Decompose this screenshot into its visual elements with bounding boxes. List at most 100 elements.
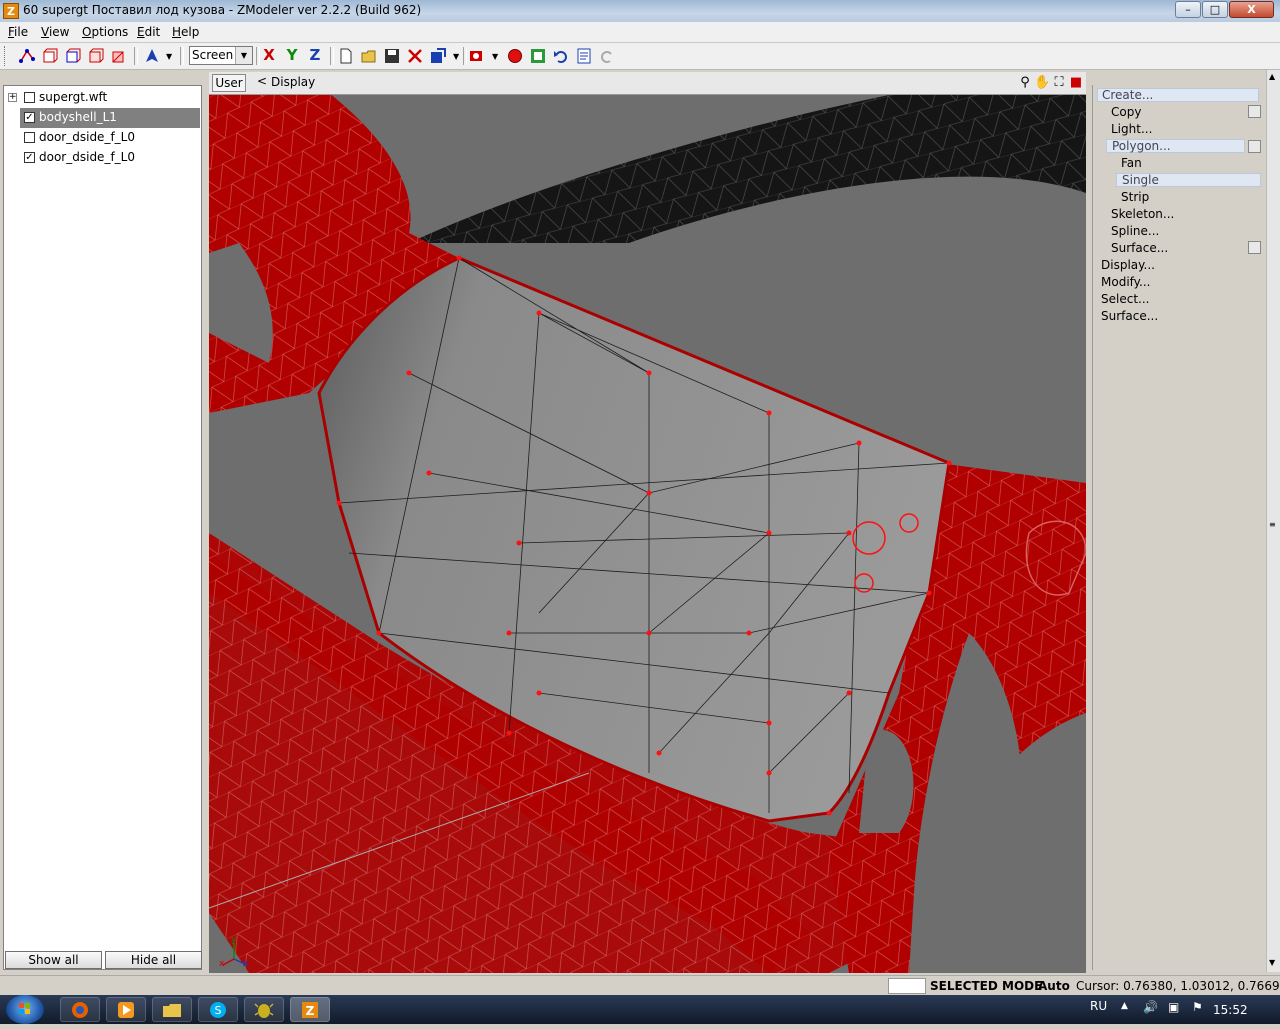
arrow-up-icon[interactable]: ▲ — [1121, 1001, 1128, 1011]
command-panel: Create... Copy Light... Polygon... Fan S… — [1092, 85, 1267, 970]
chevron-down-icon[interactable]: ▼ — [235, 47, 252, 64]
viewport-breadcrumb[interactable]: Display — [271, 75, 315, 89]
auto-indicator[interactable]: Auto — [1038, 978, 1070, 994]
axis-z-button[interactable]: Z — [305, 45, 325, 65]
import-icon[interactable] — [429, 47, 447, 65]
media-player-icon[interactable] — [106, 997, 146, 1022]
light-item[interactable]: Light... — [1111, 122, 1152, 136]
notes-icon[interactable] — [575, 47, 593, 65]
delete-icon[interactable] — [406, 47, 424, 65]
cube-front-icon[interactable] — [41, 47, 59, 65]
bug-tool-icon[interactable] — [244, 997, 284, 1022]
menu-edit[interactable]: Edit — [137, 25, 160, 39]
cube-side-icon[interactable] — [87, 47, 105, 65]
language-indicator[interactable]: RU — [1090, 999, 1107, 1013]
minimize-button[interactable]: – — [1175, 1, 1201, 18]
pointer-icon[interactable] — [143, 47, 161, 65]
show-all-button[interactable]: Show all — [5, 951, 102, 969]
tree-item-door-2[interactable]: ✓ door_dside_f_L0 — [20, 148, 200, 168]
material-icon[interactable] — [506, 47, 524, 65]
cube-top-icon[interactable] — [64, 47, 82, 65]
menu-options[interactable]: Options — [82, 25, 128, 39]
polygon-options-box[interactable] — [1248, 140, 1261, 153]
copy-options-box[interactable] — [1248, 105, 1261, 118]
render-icon[interactable] — [468, 47, 486, 65]
modify-menu[interactable]: Modify... — [1101, 275, 1151, 289]
view-name-button[interactable]: User — [212, 74, 246, 92]
menu-view[interactable]: View — [41, 25, 69, 39]
network-icon[interactable]: ▣ — [1168, 1000, 1179, 1014]
visibility-checkbox[interactable] — [24, 92, 35, 103]
maximize-view-icon[interactable]: ⛶ — [1051, 75, 1067, 91]
tree-item-bodyshell[interactable]: ✓ bodyshell_L1 — [20, 108, 200, 128]
open-folder-icon[interactable] — [360, 47, 378, 65]
toolbar-grip[interactable] — [4, 46, 8, 66]
select-menu[interactable]: Select... — [1101, 292, 1149, 306]
undo-icon[interactable] — [552, 47, 570, 65]
zoom-icon[interactable]: ⚲ — [1017, 75, 1033, 91]
breadcrumb-back-icon[interactable]: < — [257, 74, 267, 88]
visibility-checkbox[interactable] — [24, 132, 35, 143]
selection-mode-indicator[interactable]: SELECTED MODE — [930, 978, 1042, 994]
status-blank-field — [888, 978, 926, 994]
new-file-icon[interactable] — [337, 47, 355, 65]
maximize-button[interactable]: □ — [1202, 1, 1228, 18]
import-dropdown-arrow[interactable]: ▼ — [453, 52, 459, 61]
clock[interactable]: 15:52 — [1213, 1003, 1248, 1017]
close-view-icon[interactable]: ■ — [1068, 75, 1084, 91]
scroll-thumb[interactable]: ≡ — [1269, 520, 1276, 529]
render-dropdown-arrow[interactable]: ▼ — [492, 52, 498, 61]
polygon-item[interactable]: Polygon... — [1106, 139, 1245, 153]
coordinate-mode-select[interactable]: Screen ▼ — [189, 46, 253, 65]
surface-options-box[interactable] — [1248, 241, 1261, 254]
hide-all-button[interactable]: Hide all — [105, 951, 202, 969]
skeleton-item[interactable]: Skeleton... — [1111, 207, 1174, 221]
surface-menu[interactable]: Surface... — [1101, 309, 1158, 323]
coordinate-mode-value: Screen — [192, 48, 234, 62]
single-item[interactable]: Single — [1116, 173, 1261, 187]
skype-icon[interactable]: S — [198, 997, 238, 1022]
firefox-icon[interactable] — [60, 997, 100, 1022]
axis-y-button[interactable]: Y — [282, 45, 302, 65]
zmodeler-app-icon[interactable]: Z — [3, 3, 19, 19]
tree-item-label: door_dside_f_L0 — [39, 150, 135, 164]
display-menu[interactable]: Display... — [1101, 258, 1155, 272]
tree-item-door-1[interactable]: door_dside_f_L0 — [20, 128, 200, 148]
axis-x-button[interactable]: X — [259, 45, 279, 65]
close-button[interactable]: X — [1229, 1, 1274, 18]
start-button[interactable] — [6, 995, 44, 1024]
3d-viewport[interactable]: y x z — [209, 73, 1086, 973]
svg-text:S: S — [215, 1004, 222, 1017]
scroll-up-icon[interactable]: ▲ — [1269, 72, 1275, 81]
flag-icon[interactable]: ⚑ — [1192, 1000, 1203, 1014]
windows-logo-icon — [19, 1003, 30, 1014]
texture-icon[interactable] — [529, 47, 547, 65]
strip-item[interactable]: Strip — [1121, 190, 1149, 204]
tree-item-label: door_dside_f_L0 — [39, 130, 135, 144]
command-panel-scrollbar[interactable]: ▲ ≡ ▼ — [1266, 70, 1280, 972]
pointer-dropdown-arrow[interactable]: ▼ — [166, 52, 172, 61]
volume-icon[interactable]: 🔊 — [1143, 1000, 1158, 1014]
cube-hidden-icon[interactable] — [110, 47, 128, 65]
redo-icon[interactable] — [598, 47, 616, 65]
visibility-checkbox[interactable]: ✓ — [24, 152, 35, 163]
axis-gizmo — [222, 943, 248, 966]
tree-item-supergt[interactable]: + supergt.wft — [4, 88, 200, 108]
toolbar-separator — [463, 47, 467, 65]
create-menu[interactable]: Create... — [1097, 88, 1259, 102]
spline-item[interactable]: Spline... — [1111, 224, 1159, 238]
fan-item[interactable]: Fan — [1121, 156, 1142, 170]
explorer-icon[interactable] — [152, 997, 192, 1022]
pan-icon[interactable]: ✋ — [1034, 75, 1050, 91]
scroll-down-icon[interactable]: ▼ — [1269, 958, 1275, 967]
select-vertex-icon[interactable] — [18, 47, 36, 65]
expand-icon[interactable]: + — [8, 93, 17, 102]
menu-help[interactable]: Help — [172, 25, 199, 39]
save-icon[interactable] — [383, 47, 401, 65]
copy-item[interactable]: Copy — [1111, 105, 1141, 119]
menu-file[interactable]: File — [8, 25, 28, 39]
zmodeler-icon[interactable]: Z — [290, 997, 330, 1022]
surface-create-item[interactable]: Surface... — [1111, 241, 1168, 255]
status-bar: SELECTED MODE Auto Cursor: 0.76380, 1.03… — [0, 975, 1280, 996]
visibility-checkbox[interactable]: ✓ — [24, 112, 35, 123]
